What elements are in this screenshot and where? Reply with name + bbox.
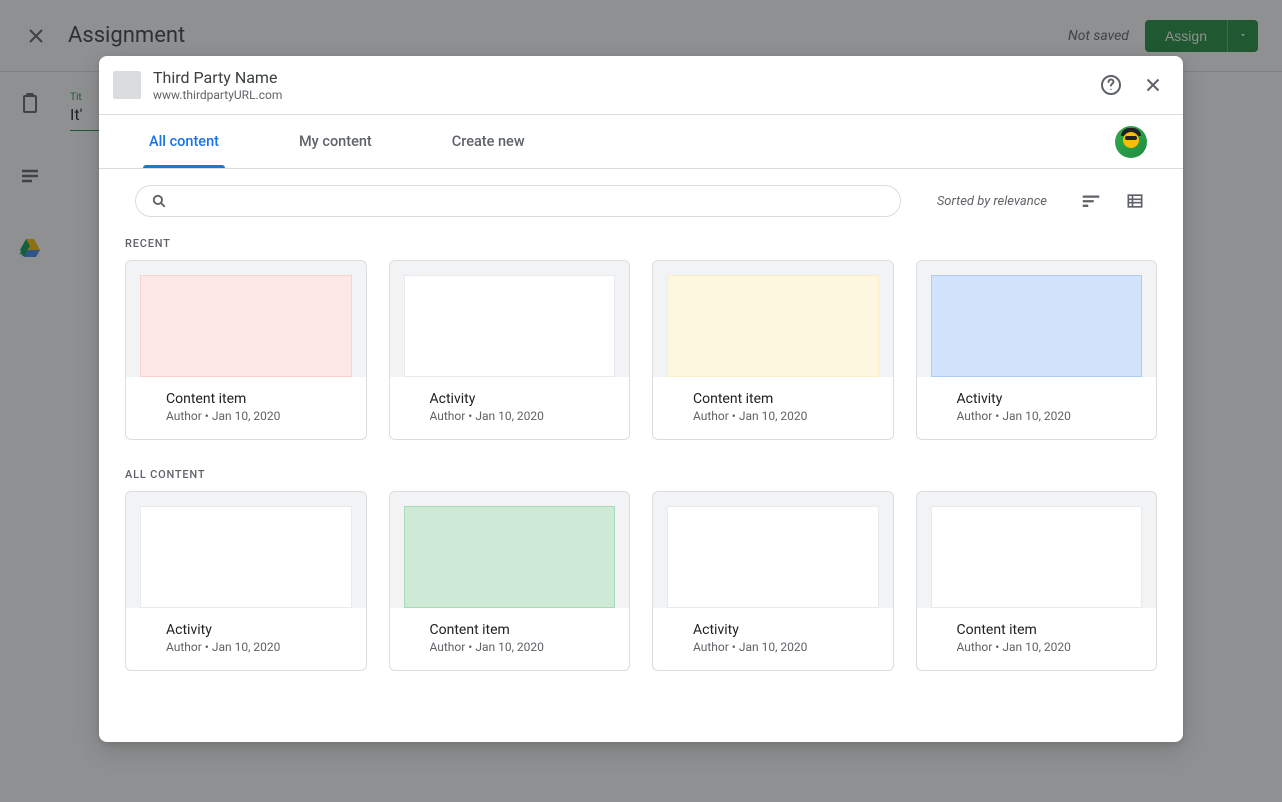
avatar[interactable]: [1115, 126, 1147, 158]
content-card[interactable]: Activity Author • Jan 10, 2020: [652, 491, 894, 671]
card-title: Activity: [693, 622, 873, 638]
third-party-info: Third Party Name www.thirdpartyURL.com: [153, 68, 1099, 102]
close-modal-icon[interactable]: [1141, 73, 1165, 97]
card-title: Content item: [166, 391, 346, 407]
content-card[interactable]: Activity Author • Jan 10, 2020: [125, 491, 367, 671]
card-title: Content item: [430, 622, 610, 638]
card-meta: Author • Jan 10, 2020: [166, 640, 346, 654]
third-party-logo: [113, 71, 141, 99]
list-view-icon[interactable]: [1123, 189, 1147, 213]
content-card[interactable]: Activity Author • Jan 10, 2020: [389, 260, 631, 440]
tab-create-new[interactable]: Create new: [452, 115, 525, 168]
third-party-name: Third Party Name: [153, 68, 1099, 87]
card-thumbnail: [667, 275, 879, 377]
card-thumbnail: [931, 506, 1143, 608]
card-title: Activity: [166, 622, 346, 638]
all-row-1: ActivityAuthor • Jan 10, 2020Content ite…: [125, 491, 1157, 671]
tab-all-content[interactable]: All content: [149, 115, 219, 168]
card-thumbnail: [931, 275, 1143, 377]
search-field[interactable]: [135, 185, 901, 217]
card-title: Content item: [693, 391, 873, 407]
modal-toolbar: Sorted by relevance: [99, 169, 1183, 217]
card-meta: Author • Jan 10, 2020: [430, 409, 610, 423]
modal-body: RECENT Content item Author • Jan 10, 2020…: [99, 217, 1183, 742]
modal-header: Third Party Name www.thirdpartyURL.com: [99, 56, 1183, 115]
search-icon: [150, 192, 168, 210]
search-input[interactable]: [178, 193, 886, 209]
card-thumbnail: [140, 275, 352, 377]
section-recent-label: RECENT: [125, 237, 1157, 250]
content-card[interactable]: Content item Author • Jan 10, 2020: [916, 491, 1158, 671]
content-card[interactable]: Content item Author • Jan 10, 2020: [125, 260, 367, 440]
help-icon[interactable]: [1099, 73, 1123, 97]
content-card[interactable]: Content item Author • Jan 10, 2020: [389, 491, 631, 671]
card-thumbnail: [140, 506, 352, 608]
card-meta: Author • Jan 10, 2020: [166, 409, 346, 423]
card-meta: Author • Jan 10, 2020: [693, 409, 873, 423]
content-card[interactable]: Activity Author • Jan 10, 2020: [916, 260, 1158, 440]
card-meta: Author • Jan 10, 2020: [957, 409, 1137, 423]
third-party-url: www.thirdpartyURL.com: [153, 88, 1099, 102]
section-all-label: ALL CONTENT: [125, 468, 1157, 481]
content-card[interactable]: Content item Author • Jan 10, 2020: [652, 260, 894, 440]
sort-label: Sorted by relevance: [937, 194, 1047, 209]
card-meta: Author • Jan 10, 2020: [693, 640, 873, 654]
sort-icon[interactable]: [1079, 189, 1103, 213]
content-picker-modal: Third Party Name www.thirdpartyURL.com A…: [99, 56, 1183, 742]
modal-tabs: All content My content Create new: [99, 115, 1183, 169]
card-thumbnail: [404, 275, 616, 377]
card-meta: Author • Jan 10, 2020: [430, 640, 610, 654]
card-meta: Author • Jan 10, 2020: [957, 640, 1137, 654]
recent-row: Content itemAuthor • Jan 10, 2020Activit…: [125, 260, 1157, 440]
card-thumbnail: [404, 506, 616, 608]
tab-my-content[interactable]: My content: [299, 115, 372, 168]
card-thumbnail: [667, 506, 879, 608]
card-title: Activity: [430, 391, 610, 407]
card-title: Content item: [957, 622, 1137, 638]
card-title: Activity: [957, 391, 1137, 407]
